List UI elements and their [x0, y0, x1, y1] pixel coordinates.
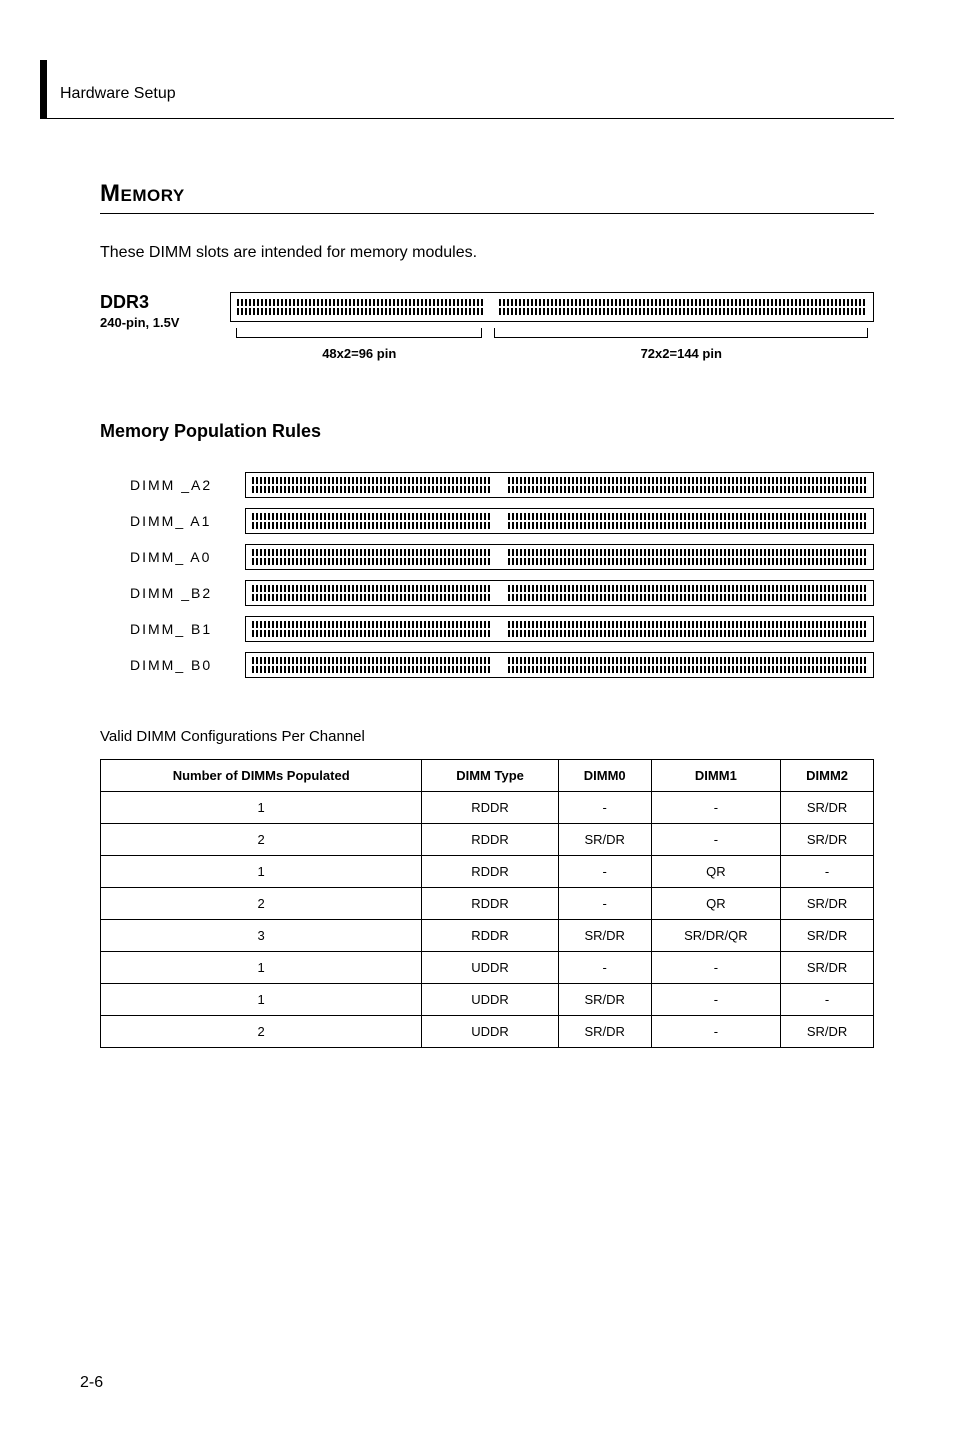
cell: SR/DR — [781, 952, 874, 984]
cell: SR/DR — [558, 984, 651, 1016]
cell: RDDR — [422, 824, 558, 856]
cell: SR/DR — [781, 1016, 874, 1048]
cell: - — [558, 792, 651, 824]
cell: RDDR — [422, 856, 558, 888]
cell: RDDR — [422, 920, 558, 952]
table-row: 2 RDDR - QR SR/DR — [101, 888, 874, 920]
cell: 1 — [101, 952, 422, 984]
table-row: 2 RDDR SR/DR - SR/DR — [101, 824, 874, 856]
pin-group-left — [237, 299, 483, 315]
dimm-slot-a0 — [245, 544, 874, 570]
slot-label: DIMM_ A1 — [130, 513, 220, 529]
cell: QR — [651, 888, 781, 920]
th-dimm0: DIMM0 — [558, 760, 651, 792]
cell: - — [651, 824, 781, 856]
table-row: 3 RDDR SR/DR SR/DR/QR SR/DR — [101, 920, 874, 952]
slot-row: DIMM_ A0 — [130, 544, 874, 570]
th-type: DIMM Type — [422, 760, 558, 792]
table-row: 1 RDDR - QR - — [101, 856, 874, 888]
table-row: 1 RDDR - - SR/DR — [101, 792, 874, 824]
cell: SR/DR — [558, 920, 651, 952]
slot-row: DIMM_ A1 — [130, 508, 874, 534]
pin-count-left: 48x2=96 pin — [236, 346, 482, 361]
cell: SR/DR — [781, 824, 874, 856]
th-populated: Number of DIMMs Populated — [101, 760, 422, 792]
dimm-slot-a1 — [245, 508, 874, 534]
cell: - — [651, 952, 781, 984]
table-row: 1 UDDR - - SR/DR — [101, 952, 874, 984]
slot-label: DIMM _A2 — [130, 477, 220, 493]
cell: RDDR — [422, 792, 558, 824]
dimm-slot-b0 — [245, 652, 874, 678]
th-dimm1: DIMM1 — [651, 760, 781, 792]
cell: SR/DR — [558, 1016, 651, 1048]
cell: SR/DR — [781, 888, 874, 920]
table-row: 2 UDDR SR/DR - SR/DR — [101, 1016, 874, 1048]
cell: - — [781, 984, 874, 1016]
table-row: 1 UDDR SR/DR - - — [101, 984, 874, 1016]
dimm-slot-b2 — [245, 580, 874, 606]
cell: - — [651, 1016, 781, 1048]
cell: QR — [651, 856, 781, 888]
dimm-notch — [487, 299, 495, 315]
cell: - — [558, 888, 651, 920]
pin-group-right — [499, 299, 867, 315]
memory-intro: These DIMM slots are intended for memory… — [100, 244, 874, 262]
cell: 1 — [101, 984, 422, 1016]
cell: RDDR — [422, 888, 558, 920]
page-side-bar — [40, 60, 47, 118]
header-section-label: Hardware Setup — [60, 85, 176, 103]
ddr3-block: DDR3 240-pin, 1.5V 48x2=96 pin 72x2=144 … — [100, 292, 874, 361]
cell: SR/DR — [781, 920, 874, 952]
cell: 2 — [101, 888, 422, 920]
slot-label: DIMM_ A0 — [130, 549, 220, 565]
bracket-left — [236, 328, 482, 338]
slot-row: DIMM_ B0 — [130, 652, 874, 678]
cell: UDDR — [422, 952, 558, 984]
ddr3-label-group: DDR3 240-pin, 1.5V — [100, 292, 210, 330]
cell: UDDR — [422, 984, 558, 1016]
slot-row: DIMM_ B1 — [130, 616, 874, 642]
main-content: Memory These DIMM slots are intended for… — [100, 180, 874, 1048]
cell: 2 — [101, 824, 422, 856]
cell: SR/DR/QR — [651, 920, 781, 952]
slot-label: DIMM _B2 — [130, 585, 220, 601]
ddr3-subtitle: 240-pin, 1.5V — [100, 315, 210, 330]
cell: SR/DR — [781, 792, 874, 824]
slot-row: DIMM _A2 — [130, 472, 874, 498]
cell: - — [651, 792, 781, 824]
pin-count-right: 72x2=144 pin — [494, 346, 868, 361]
dimm-config-table: Number of DIMMs Populated DIMM Type DIMM… — [100, 759, 874, 1048]
table-caption: Valid DIMM Configurations Per Channel — [100, 728, 874, 745]
cell: 1 — [101, 856, 422, 888]
bracket-right — [494, 328, 868, 338]
memory-heading: Memory — [100, 180, 874, 214]
memory-rules-heading: Memory Population Rules — [100, 421, 874, 442]
cell: UDDR — [422, 1016, 558, 1048]
cell: SR/DR — [558, 824, 651, 856]
table-header-row: Number of DIMMs Populated DIMM Type DIMM… — [101, 760, 874, 792]
header-rule — [40, 118, 894, 119]
cell: - — [558, 952, 651, 984]
page-number: 2-6 — [80, 1374, 103, 1392]
ddr3-dimm-diagram — [230, 292, 874, 322]
cell: 1 — [101, 792, 422, 824]
dimm-slot-a2 — [245, 472, 874, 498]
cell: 2 — [101, 1016, 422, 1048]
dimm-slot-b1 — [245, 616, 874, 642]
cell: - — [781, 856, 874, 888]
th-dimm2: DIMM2 — [781, 760, 874, 792]
slot-row: DIMM _B2 — [130, 580, 874, 606]
slot-label: DIMM_ B1 — [130, 621, 220, 637]
cell: - — [558, 856, 651, 888]
dimm-slot-list: DIMM _A2 DIMM_ A1 DIMM_ A0 DIMM _B2 DIMM… — [130, 472, 874, 678]
cell: - — [651, 984, 781, 1016]
slot-label: DIMM_ B0 — [130, 657, 220, 673]
cell: 3 — [101, 920, 422, 952]
ddr3-title: DDR3 — [100, 292, 210, 313]
